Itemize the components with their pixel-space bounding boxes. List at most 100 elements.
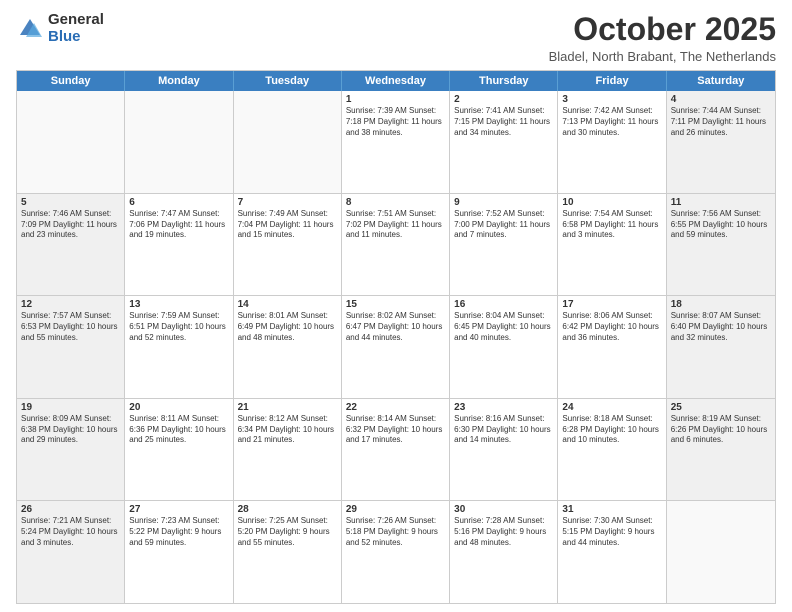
calendar-cell: 24Sunrise: 8:18 AM Sunset: 6:28 PM Dayli… xyxy=(558,399,666,501)
day-number: 11 xyxy=(671,197,771,208)
cell-daylight-info: Sunrise: 7:52 AM Sunset: 7:00 PM Dayligh… xyxy=(454,209,553,241)
day-number: 1 xyxy=(346,94,445,105)
header-day-tuesday: Tuesday xyxy=(234,71,342,91)
day-number: 29 xyxy=(346,504,445,515)
cell-daylight-info: Sunrise: 8:14 AM Sunset: 6:32 PM Dayligh… xyxy=(346,414,445,446)
day-number: 5 xyxy=(21,197,120,208)
cell-daylight-info: Sunrise: 8:18 AM Sunset: 6:28 PM Dayligh… xyxy=(562,414,661,446)
cell-daylight-info: Sunrise: 7:44 AM Sunset: 7:11 PM Dayligh… xyxy=(671,106,771,138)
calendar-body: 1Sunrise: 7:39 AM Sunset: 7:18 PM Daylig… xyxy=(17,91,775,603)
cell-daylight-info: Sunrise: 8:02 AM Sunset: 6:47 PM Dayligh… xyxy=(346,311,445,343)
calendar-cell: 9Sunrise: 7:52 AM Sunset: 7:00 PM Daylig… xyxy=(450,194,558,296)
calendar-cell: 12Sunrise: 7:57 AM Sunset: 6:53 PM Dayli… xyxy=(17,296,125,398)
cell-daylight-info: Sunrise: 7:59 AM Sunset: 6:51 PM Dayligh… xyxy=(129,311,228,343)
cell-daylight-info: Sunrise: 7:56 AM Sunset: 6:55 PM Dayligh… xyxy=(671,209,771,241)
cell-daylight-info: Sunrise: 7:47 AM Sunset: 7:06 PM Dayligh… xyxy=(129,209,228,241)
day-number: 2 xyxy=(454,94,553,105)
cell-daylight-info: Sunrise: 7:42 AM Sunset: 7:13 PM Dayligh… xyxy=(562,106,661,138)
calendar-cell: 29Sunrise: 7:26 AM Sunset: 5:18 PM Dayli… xyxy=(342,501,450,603)
logo-general-label: General xyxy=(48,12,104,29)
cell-daylight-info: Sunrise: 7:23 AM Sunset: 5:22 PM Dayligh… xyxy=(129,516,228,548)
calendar-cell: 22Sunrise: 8:14 AM Sunset: 6:32 PM Dayli… xyxy=(342,399,450,501)
cell-daylight-info: Sunrise: 8:09 AM Sunset: 6:38 PM Dayligh… xyxy=(21,414,120,446)
calendar-cell: 7Sunrise: 7:49 AM Sunset: 7:04 PM Daylig… xyxy=(234,194,342,296)
header: General Blue October 2025 Bladel, North … xyxy=(16,12,776,64)
logo: General Blue xyxy=(16,12,104,45)
header-day-saturday: Saturday xyxy=(667,71,775,91)
day-number: 17 xyxy=(562,299,661,310)
calendar-cell: 4Sunrise: 7:44 AM Sunset: 7:11 PM Daylig… xyxy=(667,91,775,193)
cell-daylight-info: Sunrise: 8:11 AM Sunset: 6:36 PM Dayligh… xyxy=(129,414,228,446)
cell-daylight-info: Sunrise: 7:39 AM Sunset: 7:18 PM Dayligh… xyxy=(346,106,445,138)
calendar-row-0: 1Sunrise: 7:39 AM Sunset: 7:18 PM Daylig… xyxy=(17,91,775,193)
cell-daylight-info: Sunrise: 8:19 AM Sunset: 6:26 PM Dayligh… xyxy=(671,414,771,446)
calendar-cell: 19Sunrise: 8:09 AM Sunset: 6:38 PM Dayli… xyxy=(17,399,125,501)
logo-text: General Blue xyxy=(48,12,104,45)
cell-daylight-info: Sunrise: 8:04 AM Sunset: 6:45 PM Dayligh… xyxy=(454,311,553,343)
calendar-cell: 30Sunrise: 7:28 AM Sunset: 5:16 PM Dayli… xyxy=(450,501,558,603)
calendar-cell: 27Sunrise: 7:23 AM Sunset: 5:22 PM Dayli… xyxy=(125,501,233,603)
day-number: 3 xyxy=(562,94,661,105)
location-label: Bladel, North Brabant, The Netherlands xyxy=(549,49,776,64)
calendar-cell: 6Sunrise: 7:47 AM Sunset: 7:06 PM Daylig… xyxy=(125,194,233,296)
logo-blue-label: Blue xyxy=(48,29,104,46)
cell-daylight-info: Sunrise: 7:28 AM Sunset: 5:16 PM Dayligh… xyxy=(454,516,553,548)
header-day-wednesday: Wednesday xyxy=(342,71,450,91)
calendar-cell xyxy=(234,91,342,193)
calendar-cell: 5Sunrise: 7:46 AM Sunset: 7:09 PM Daylig… xyxy=(17,194,125,296)
header-day-friday: Friday xyxy=(558,71,666,91)
day-number: 16 xyxy=(454,299,553,310)
day-number: 15 xyxy=(346,299,445,310)
day-number: 4 xyxy=(671,94,771,105)
calendar-cell: 14Sunrise: 8:01 AM Sunset: 6:49 PM Dayli… xyxy=(234,296,342,398)
calendar-row-1: 5Sunrise: 7:46 AM Sunset: 7:09 PM Daylig… xyxy=(17,193,775,296)
cell-daylight-info: Sunrise: 7:25 AM Sunset: 5:20 PM Dayligh… xyxy=(238,516,337,548)
calendar-cell: 11Sunrise: 7:56 AM Sunset: 6:55 PM Dayli… xyxy=(667,194,775,296)
cell-daylight-info: Sunrise: 7:30 AM Sunset: 5:15 PM Dayligh… xyxy=(562,516,661,548)
calendar-cell: 25Sunrise: 8:19 AM Sunset: 6:26 PM Dayli… xyxy=(667,399,775,501)
day-number: 7 xyxy=(238,197,337,208)
day-number: 8 xyxy=(346,197,445,208)
day-number: 24 xyxy=(562,402,661,413)
calendar-cell: 28Sunrise: 7:25 AM Sunset: 5:20 PM Dayli… xyxy=(234,501,342,603)
cell-daylight-info: Sunrise: 7:57 AM Sunset: 6:53 PM Dayligh… xyxy=(21,311,120,343)
day-number: 19 xyxy=(21,402,120,413)
title-block: October 2025 Bladel, North Brabant, The … xyxy=(549,12,776,64)
cell-daylight-info: Sunrise: 7:54 AM Sunset: 6:58 PM Dayligh… xyxy=(562,209,661,241)
header-day-sunday: Sunday xyxy=(17,71,125,91)
page: General Blue October 2025 Bladel, North … xyxy=(0,0,792,612)
calendar-cell: 15Sunrise: 8:02 AM Sunset: 6:47 PM Dayli… xyxy=(342,296,450,398)
calendar-cell: 17Sunrise: 8:06 AM Sunset: 6:42 PM Dayli… xyxy=(558,296,666,398)
calendar-cell xyxy=(125,91,233,193)
cell-daylight-info: Sunrise: 7:21 AM Sunset: 5:24 PM Dayligh… xyxy=(21,516,120,548)
cell-daylight-info: Sunrise: 7:41 AM Sunset: 7:15 PM Dayligh… xyxy=(454,106,553,138)
calendar-cell: 1Sunrise: 7:39 AM Sunset: 7:18 PM Daylig… xyxy=(342,91,450,193)
cell-daylight-info: Sunrise: 7:51 AM Sunset: 7:02 PM Dayligh… xyxy=(346,209,445,241)
day-number: 13 xyxy=(129,299,228,310)
day-number: 9 xyxy=(454,197,553,208)
day-number: 30 xyxy=(454,504,553,515)
day-number: 21 xyxy=(238,402,337,413)
day-number: 10 xyxy=(562,197,661,208)
calendar-cell xyxy=(17,91,125,193)
day-number: 26 xyxy=(21,504,120,515)
calendar-row-2: 12Sunrise: 7:57 AM Sunset: 6:53 PM Dayli… xyxy=(17,295,775,398)
cell-daylight-info: Sunrise: 8:16 AM Sunset: 6:30 PM Dayligh… xyxy=(454,414,553,446)
calendar-cell: 26Sunrise: 7:21 AM Sunset: 5:24 PM Dayli… xyxy=(17,501,125,603)
calendar-row-4: 26Sunrise: 7:21 AM Sunset: 5:24 PM Dayli… xyxy=(17,500,775,603)
calendar-header: SundayMondayTuesdayWednesdayThursdayFrid… xyxy=(17,71,775,91)
calendar-cell: 18Sunrise: 8:07 AM Sunset: 6:40 PM Dayli… xyxy=(667,296,775,398)
cell-daylight-info: Sunrise: 8:06 AM Sunset: 6:42 PM Dayligh… xyxy=(562,311,661,343)
day-number: 20 xyxy=(129,402,228,413)
logo-icon xyxy=(16,15,44,43)
calendar: SundayMondayTuesdayWednesdayThursdayFrid… xyxy=(16,70,776,604)
calendar-row-3: 19Sunrise: 8:09 AM Sunset: 6:38 PM Dayli… xyxy=(17,398,775,501)
day-number: 12 xyxy=(21,299,120,310)
calendar-cell xyxy=(667,501,775,603)
calendar-cell: 2Sunrise: 7:41 AM Sunset: 7:15 PM Daylig… xyxy=(450,91,558,193)
day-number: 6 xyxy=(129,197,228,208)
day-number: 28 xyxy=(238,504,337,515)
day-number: 18 xyxy=(671,299,771,310)
cell-daylight-info: Sunrise: 7:46 AM Sunset: 7:09 PM Dayligh… xyxy=(21,209,120,241)
calendar-cell: 8Sunrise: 7:51 AM Sunset: 7:02 PM Daylig… xyxy=(342,194,450,296)
